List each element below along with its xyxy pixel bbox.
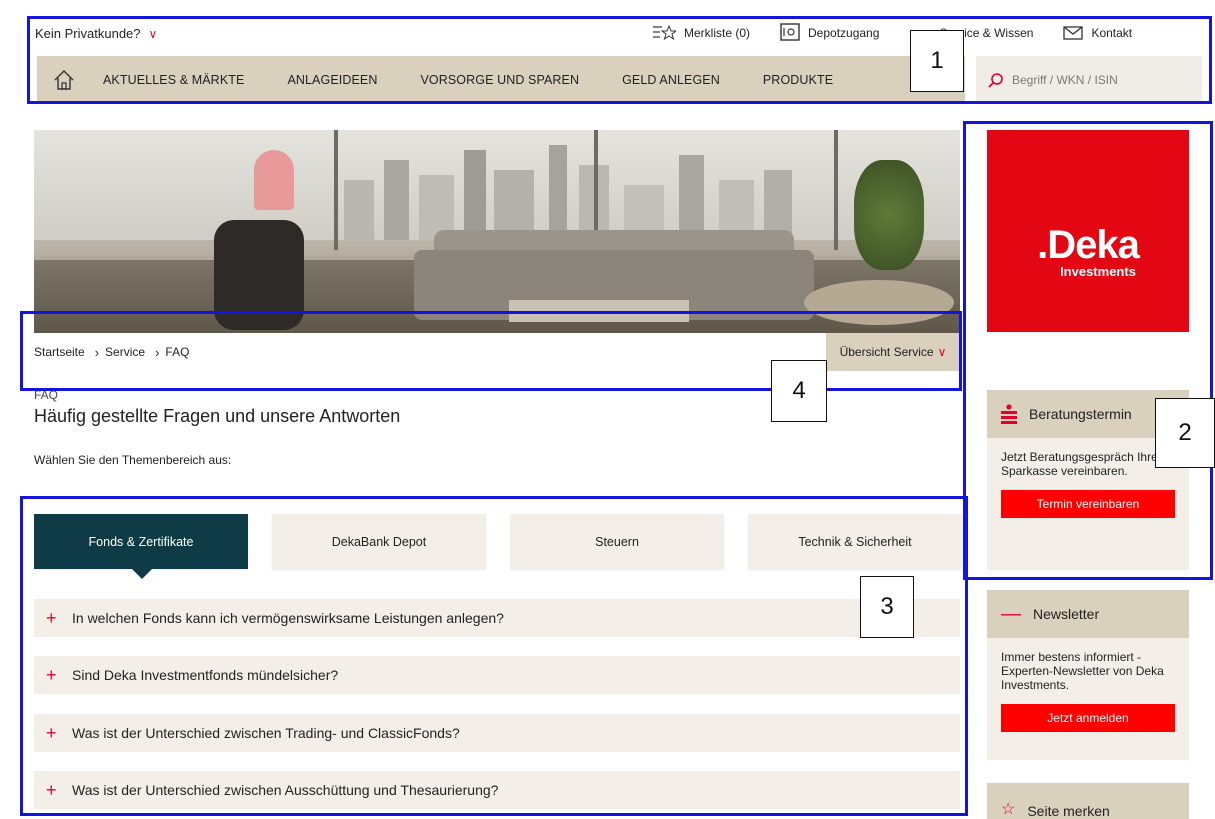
faq-tabs: Fonds & Zertifikate DekaBank Depot Steue… (34, 514, 962, 579)
privatkunde-switch[interactable]: Kein Privatkunde? ∨ (35, 26, 157, 41)
nav-geld-anlegen[interactable]: GELD ANLEGEN (622, 73, 720, 87)
seite-merken-header: ☆ Seite merken (987, 783, 1189, 819)
faq-question[interactable]: + Was ist der Unterschied zwischen Tradi… (34, 714, 960, 752)
beratungstermin-title: Beratungstermin (1029, 406, 1132, 422)
hero-pouf (804, 280, 954, 325)
faq-label: FAQ (34, 388, 59, 402)
kontakt-label: Kontakt (1091, 26, 1133, 40)
seite-merken-card[interactable]: ☆ Seite merken (987, 783, 1189, 819)
overview-service-button[interactable]: Übersicht Service ∨ (826, 333, 960, 371)
nav-aktuelles[interactable]: AKTUELLES & MÄRKTE (103, 73, 244, 87)
termin-vereinbaren-button[interactable]: Termin vereinbaren (1001, 490, 1175, 518)
hero-image (34, 130, 960, 333)
search-icon (988, 72, 1003, 88)
nav-vorsorge[interactable]: VORSORGE UND SPAREN (420, 73, 579, 87)
faq-question[interactable]: + Was ist der Unterschied zwischen Aussc… (34, 771, 960, 809)
main-nav: AKTUELLES & MÄRKTE ANLAGEIDEEN VORSORGE … (37, 56, 965, 103)
plus-icon: + (46, 722, 57, 743)
faq-intro: Wählen Sie den Themenbereich aus: (34, 453, 232, 467)
annotation-number-4: 4 (771, 360, 827, 422)
chevron-down-icon: ∨ (148, 26, 158, 41)
annotation-number-3: 3 (860, 576, 914, 638)
minus-icon: — (1001, 603, 1021, 625)
plus-icon: + (46, 779, 57, 800)
newsletter-title: Newsletter (1033, 606, 1100, 622)
breadcrumb-startseite[interactable]: Startseite (34, 345, 85, 359)
plus-icon: + (46, 664, 57, 685)
hero-plant (854, 160, 924, 270)
faq-question-text: Was ist der Unterschied zwischen Ausschü… (72, 782, 499, 798)
deka-logo[interactable]: .Deka Investments (987, 130, 1189, 332)
chevron-right-icon: › (155, 344, 160, 360)
seite-merken-title: Seite merken (1027, 803, 1110, 819)
faq-question[interactable]: + Sind Deka Investmentfonds mündelsicher… (34, 656, 960, 694)
page-title: Häufig gestellte Fragen und unsere Antwo… (34, 406, 401, 426)
window-frame (834, 130, 838, 250)
star-icon: ☆ (1001, 801, 1016, 818)
depotzugang-link[interactable]: Depotzugang (780, 23, 879, 43)
deka-logo-sub: Investments (1060, 264, 1136, 279)
home-button[interactable] (37, 56, 91, 103)
hero-person (254, 150, 294, 210)
depotzugang-label: Depotzugang (808, 26, 880, 40)
jetzt-anmelden-button[interactable]: Jetzt anmelden (1001, 704, 1175, 732)
tab-fonds-zertifikate[interactable]: Fonds & Zertifikate (34, 514, 248, 579)
safe-icon (780, 23, 800, 41)
hero-chair (214, 220, 304, 330)
newsletter-card: — Newsletter Immer bestens informiert - … (987, 590, 1189, 760)
nav-anlageideen[interactable]: ANLAGEIDEEN (287, 73, 377, 87)
newsletter-header[interactable]: — Newsletter (987, 590, 1189, 638)
merkliste-link[interactable]: Merkliste (0) (652, 24, 750, 42)
faq-question[interactable]: + In welchen Fonds kann ich vermögenswir… (34, 599, 960, 637)
tab-technik-sicherheit[interactable]: Technik & Sicherheit (748, 514, 962, 569)
breadcrumb-service[interactable]: Service (105, 345, 145, 359)
faq-question-text: In welchen Fonds kann ich vermögenswirks… (72, 610, 504, 626)
overview-service-label: Übersicht Service (839, 345, 934, 359)
annotation-number-2: 2 (1155, 398, 1215, 468)
faq-question-text: Was ist der Unterschied zwischen Trading… (72, 725, 460, 741)
sparkasse-icon (1001, 404, 1017, 424)
tab-dekabank-depot[interactable]: DekaBank Depot (272, 514, 486, 569)
merkliste-label: Merkliste (0) (684, 26, 751, 40)
faq-question-text: Sind Deka Investmentfonds mündelsicher? (72, 667, 339, 683)
chevron-down-icon: ∨ (937, 345, 947, 359)
breadcrumb-faq: FAQ (165, 345, 190, 359)
chevron-right-icon: › (94, 344, 100, 360)
window-frame (334, 130, 338, 250)
privatkunde-label: Kein Privatkunde? (35, 26, 141, 41)
meta-links: Merkliste (0) Depotzugang Service & Wiss… (652, 23, 1162, 43)
search-placeholder: Begriff / WKN / ISIN (1012, 72, 1118, 87)
newsletter-text: Immer bestens informiert - Experten-News… (1001, 650, 1164, 692)
deka-logo-word: .Deka (1037, 223, 1140, 267)
bookmark-list-icon (653, 24, 676, 41)
tab-steuern[interactable]: Steuern (510, 514, 724, 569)
home-icon (54, 69, 74, 90)
top-meta-bar: Kein Privatkunde? ∨ Merkliste (0) Depotz… (27, 16, 1212, 104)
nav-produkte[interactable]: PRODUKTE (763, 73, 833, 87)
annotation-number-1: 1 (910, 30, 964, 92)
search-input[interactable]: Begriff / WKN / ISIN (976, 56, 1202, 103)
hero-table (509, 300, 689, 322)
kontakt-link[interactable]: Kontakt (1063, 26, 1132, 40)
mail-icon (1063, 26, 1084, 40)
plus-icon: + (46, 607, 57, 628)
